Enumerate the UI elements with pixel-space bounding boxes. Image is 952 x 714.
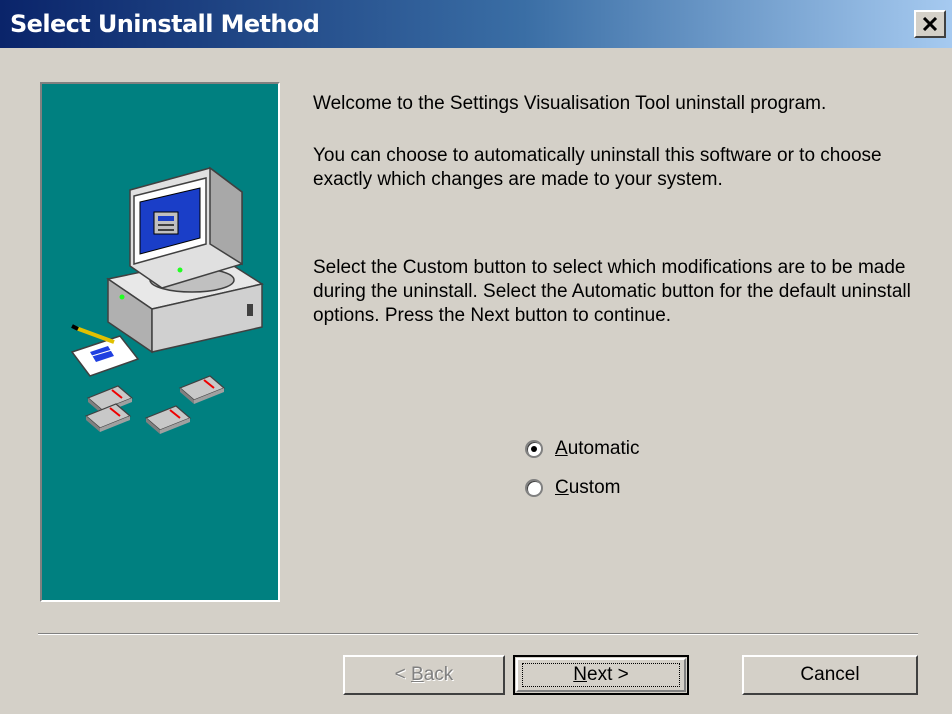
close-icon bbox=[922, 17, 938, 31]
wizard-side-image bbox=[40, 82, 280, 602]
custom-radio[interactable] bbox=[525, 479, 543, 497]
custom-option[interactable]: Custom bbox=[525, 475, 620, 501]
button-separator bbox=[38, 633, 918, 635]
choose-text: You can choose to automatically uninstal… bbox=[313, 145, 882, 190]
custom-label[interactable]: Custom bbox=[555, 477, 620, 499]
title-bar: Select Uninstall Method bbox=[0, 0, 952, 48]
radio-selected-dot bbox=[531, 446, 537, 452]
cancel-button[interactable]: Cancel bbox=[742, 655, 918, 695]
automatic-option[interactable]: Automatic bbox=[525, 436, 640, 462]
back-button[interactable]: < Back bbox=[343, 655, 505, 695]
automatic-radio[interactable] bbox=[525, 440, 543, 458]
computer-icon bbox=[106, 166, 264, 354]
automatic-label[interactable]: Automatic bbox=[555, 438, 640, 460]
instructions-text: Select the Custom button to select which… bbox=[313, 257, 911, 326]
next-button[interactable]: Next > bbox=[513, 655, 689, 695]
window-title: Select Uninstall Method bbox=[10, 10, 320, 38]
close-button[interactable] bbox=[914, 10, 946, 38]
welcome-text: Welcome to the Settings Visualisation To… bbox=[313, 93, 827, 114]
floppy-disk-icon bbox=[84, 375, 226, 434]
